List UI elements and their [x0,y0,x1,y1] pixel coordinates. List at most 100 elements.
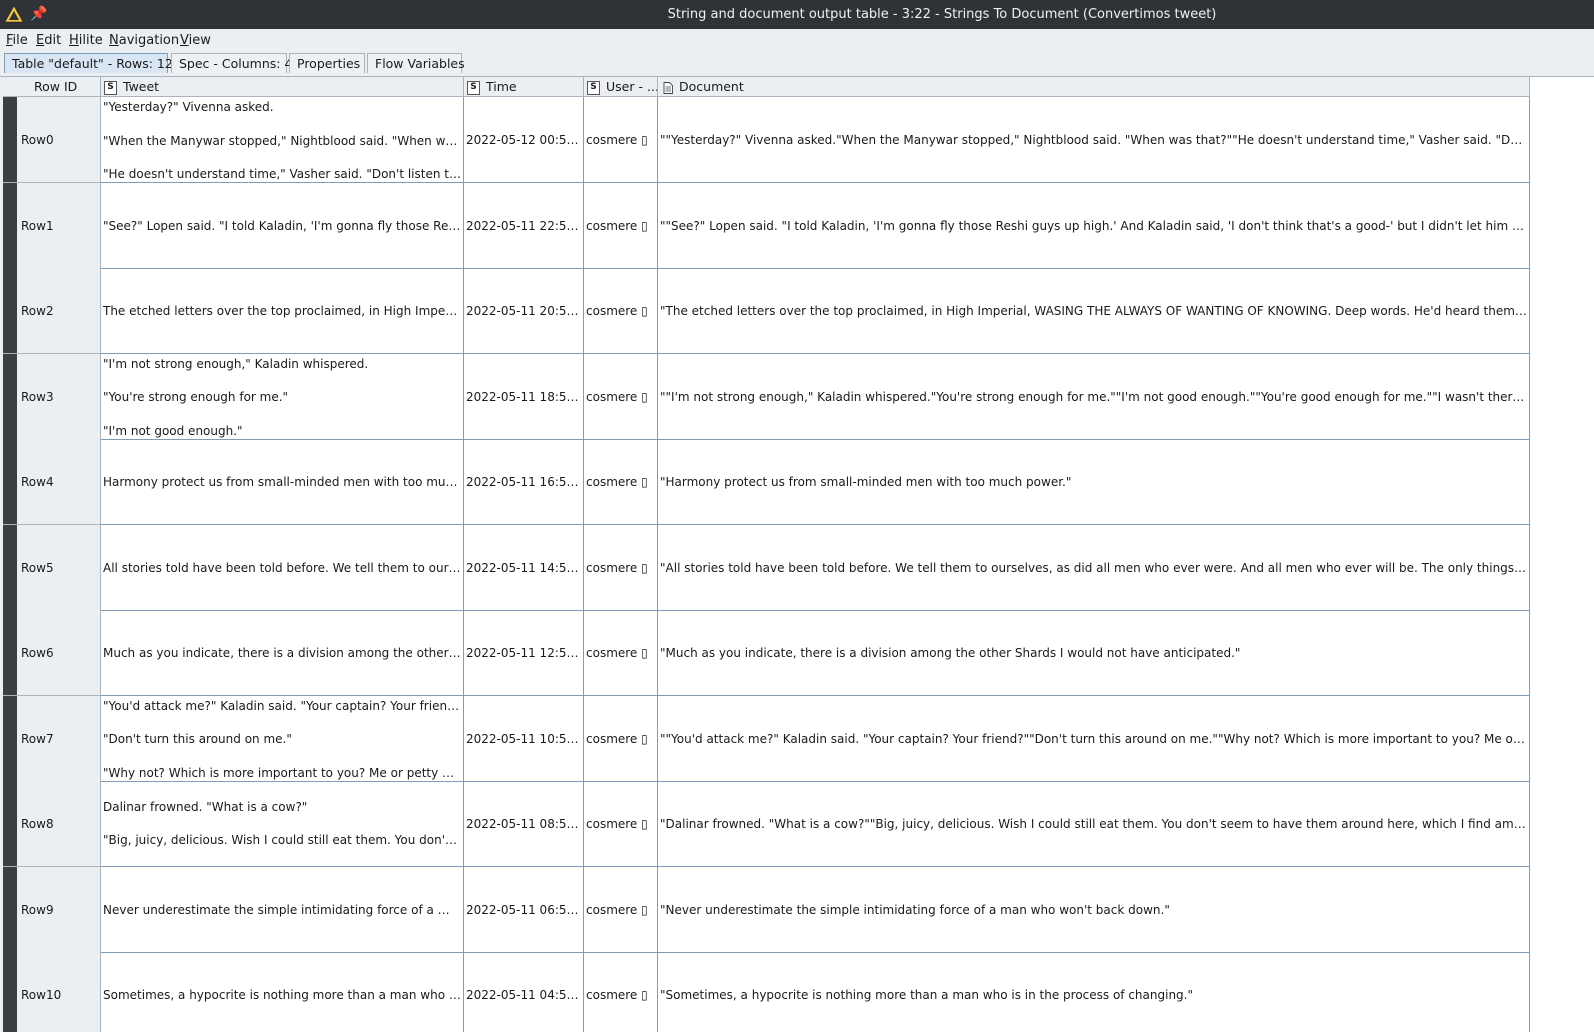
user-cell[interactable]: cosmere ▯ [584,695,658,782]
row-id-label: Row4 [21,475,54,489]
tab-properties[interactable]: Properties [289,53,365,73]
row-id-cell[interactable]: Row9 [3,866,101,953]
tweet-cell[interactable]: "I'm not strong enough," Kaladin whisper… [101,353,464,440]
document-cell[interactable]: ""Yesterday?" Vivenna asked."When the Ma… [658,97,1530,183]
table-row[interactable]: Row8 Dalinar frowned. "What is a cow?" "Bi… [3,781,1594,867]
user-cell[interactable]: cosmere ▯ [584,952,658,1032]
table-row[interactable]: Row0 "Yesterday?" Vivenna asked. "When the… [3,97,1594,183]
user-cell[interactable]: cosmere ▯ [584,182,658,269]
document-cell[interactable]: "The etched letters over the top proclai… [658,268,1530,354]
column-header-document[interactable]: Document [658,77,1530,97]
document-cell[interactable]: ""You'd attack me?" Kaladin said. "Your … [658,695,1530,782]
row-id-cell[interactable]: Row7 [3,695,101,782]
menu-file[interactable]: File [6,32,28,50]
table-row[interactable]: Row2 The etched letters over the top proc… [3,268,1594,354]
tweet-cell[interactable]: All stories told have been told before. … [101,524,464,611]
user-cell[interactable]: cosmere ▯ [584,866,658,953]
document-text: ""I'm not strong enough," Kaladin whispe… [660,389,1527,404]
row-selection-marker [3,524,17,610]
time-cell[interactable]: 2022-05-11 08:55:07 [464,781,584,867]
document-text: "Dalinar frowned. "What is a cow?""Big, … [660,817,1527,831]
user-cell[interactable]: cosmere ▯ [584,524,658,611]
window-titlebar: 📌 String and document output table - 3:2… [0,0,1594,29]
menu-view[interactable]: View [180,32,211,50]
table-row[interactable]: Row3 "I'm not strong enough," Kaladin whi… [3,353,1594,440]
user-cell[interactable]: cosmere ▯ [584,439,658,525]
tab-flow-variables[interactable]: Flow Variables [367,53,465,73]
table-row[interactable]: Row7 "You'd attack me?" Kaladin said. "Yo… [3,695,1594,782]
row-id-cell[interactable]: Row5 [3,524,101,611]
row-id-cell[interactable]: Row6 [3,610,101,696]
document-cell[interactable]: "Dalinar frowned. "What is a cow?""Big, … [658,781,1530,867]
tweet-cell[interactable]: "See?" Lopen said. "I told Kaladin, 'I'm… [101,182,464,269]
tweet-line: "You're strong enough for me." [103,390,289,404]
table-row[interactable]: Row6 Much as you indicate, there is a div… [3,610,1594,696]
row-id-cell[interactable]: Row10 [3,952,101,1032]
table-row[interactable]: Row10 Sometimes, a hypocrite is nothing m… [3,952,1594,1032]
row-id-cell[interactable]: Row1 [3,182,101,269]
tweet-text: The etched letters over the top proclaim… [103,304,461,318]
row-id-cell[interactable]: Row4 [3,439,101,525]
user-cell[interactable]: cosmere ▯ [584,610,658,696]
time-cell[interactable]: 2022-05-11 20:55:07 [464,268,584,354]
user-cell[interactable]: cosmere ▯ [584,781,658,867]
document-cell[interactable]: "Much as you indicate, there is a divisi… [658,610,1530,696]
tweet-line: "When the Manywar stopped," Nightblood s… [103,133,461,148]
row-id-cell[interactable]: Row3 [3,353,101,440]
tweet-cell[interactable]: "Yesterday?" Vivenna asked. "When the Man… [101,97,464,183]
menu-navigation[interactable]: Navigation [109,32,179,50]
time-cell[interactable]: 2022-05-11 18:55:07 [464,353,584,440]
tweet-cell[interactable]: "You'd attack me?" Kaladin said. "Your c… [101,695,464,782]
user-text: cosmere ▯ [586,218,648,233]
document-cell[interactable]: "Never underestimate the simple intimida… [658,866,1530,953]
user-cell[interactable]: cosmere ▯ [584,353,658,440]
column-header-tweet[interactable]: S Tweet [101,77,464,97]
document-cell[interactable]: "All stories told have been told before.… [658,524,1530,611]
tweet-cell[interactable]: Sometimes, a hypocrite is nothing more t… [101,952,464,1032]
tweet-text: Sometimes, a hypocrite is nothing more t… [103,988,461,1002]
row-selection-marker [3,866,17,952]
row-id-cell[interactable]: Row8 [3,781,101,867]
tweet-line: Dalinar frowned. "What is a cow?" [103,800,308,814]
time-cell[interactable]: 2022-05-12 00:55:07 [464,97,584,183]
tweet-cell[interactable]: Never underestimate the simple intimidat… [101,866,464,953]
time-text: 2022-05-11 18:55:07 [466,389,581,404]
user-cell[interactable]: cosmere ▯ [584,268,658,354]
user-cell[interactable]: cosmere ▯ [584,97,658,183]
tweet-text: "See?" Lopen said. "I told Kaladin, 'I'm… [103,218,461,233]
document-cell[interactable]: ""I'm not strong enough," Kaladin whispe… [658,353,1530,440]
time-text: 2022-05-11 10:55:07 [466,731,581,746]
time-cell[interactable]: 2022-05-11 12:55:07 [464,610,584,696]
column-header-time[interactable]: S Time [464,77,584,97]
table-row[interactable]: Row5 All stories told have been told befo… [3,524,1594,611]
tweet-cell[interactable]: Dalinar frowned. "What is a cow?" "Big, j… [101,781,464,867]
document-cell[interactable]: "Sometimes, a hypocrite is nothing more … [658,952,1530,1032]
time-cell[interactable]: 2022-05-11 04:55:07 [464,952,584,1032]
time-text: 2022-05-12 00:55:07 [466,133,581,147]
tweet-cell[interactable]: The etched letters over the top proclaim… [101,268,464,354]
tweet-cell[interactable]: Harmony protect us from small-minded men… [101,439,464,525]
table-row[interactable]: Row1 "See?" Lopen said. "I told Kaladin, … [3,182,1594,269]
row-id-label: Row2 [21,304,54,318]
column-header-rowid[interactable]: Row ID [3,77,101,97]
column-header-user[interactable]: S User - ... [584,77,658,97]
time-cell[interactable]: 2022-05-11 06:55:07 [464,866,584,953]
menu-edit[interactable]: Edit [36,32,61,50]
time-cell[interactable]: 2022-05-11 16:55:08 [464,439,584,525]
table-row[interactable]: Row9 Never underestimate the simple intim… [3,866,1594,953]
document-cell[interactable]: ""See?" Lopen said. "I told Kaladin, 'I'… [658,182,1530,269]
tweet-cell[interactable]: Much as you indicate, there is a divisio… [101,610,464,696]
tab-spec[interactable]: Spec - Columns: 4 [171,53,292,73]
time-cell[interactable]: 2022-05-11 22:55:07 [464,182,584,269]
time-cell[interactable]: 2022-05-11 14:55:07 [464,524,584,611]
tab-table-default[interactable]: Table "default" - Rows: 125 [4,53,181,73]
user-text: cosmere ▯ [586,731,648,746]
menu-bar: File Edit Hilite Navigation View [0,29,1594,53]
document-cell[interactable]: "Harmony protect us from small-minded me… [658,439,1530,525]
time-cell[interactable]: 2022-05-11 10:55:07 [464,695,584,782]
data-table: Row ID S Tweet S Time S User - ... Document… [3,77,1594,1032]
table-row[interactable]: Row4 Harmony protect us from small-minded… [3,439,1594,525]
row-id-cell[interactable]: Row2 [3,268,101,354]
row-id-cell[interactable]: Row0 [3,97,101,183]
menu-hilite[interactable]: Hilite [69,32,103,50]
